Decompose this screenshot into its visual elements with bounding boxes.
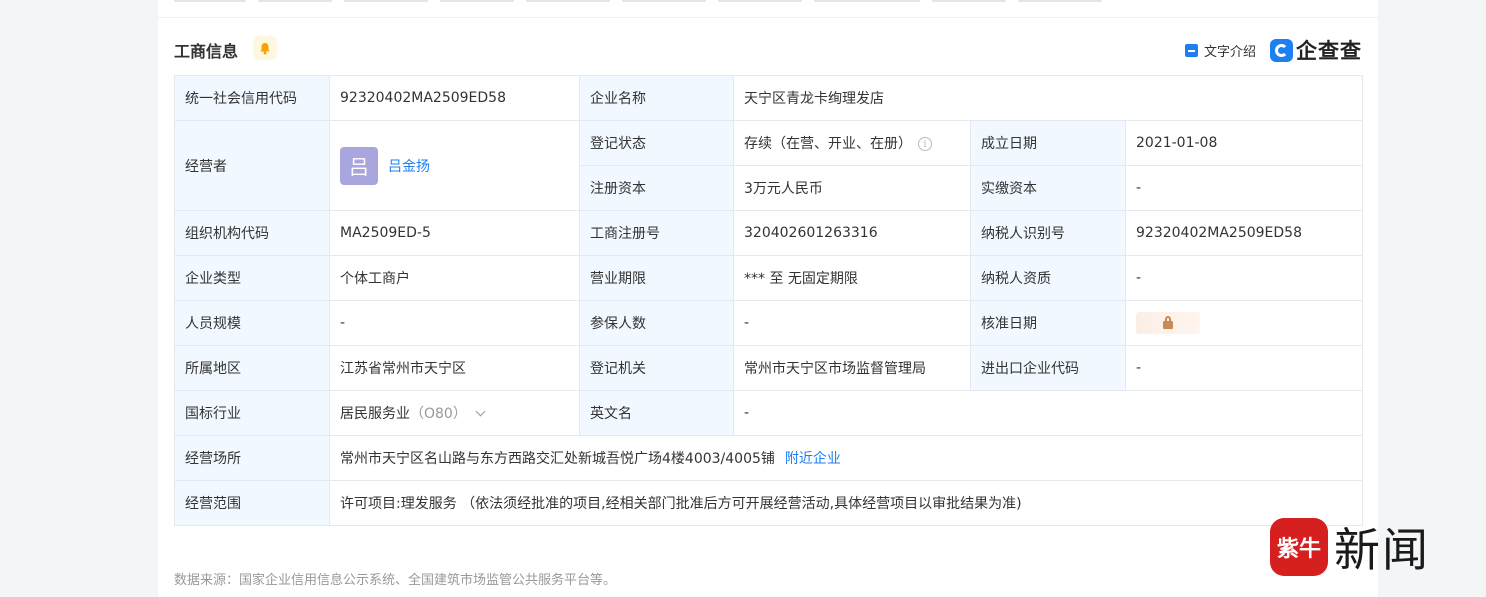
industry-code: （O80） [410, 406, 467, 422]
biz-reg-no-value: 320402601263316 [733, 210, 971, 256]
table-row: 统一社会信用代码 92320402MA2509ED58 企业名称 天宁区青龙卡绚… [174, 75, 1364, 121]
table-row: 企业类型 个体工商户 营业期限 *** 至 无固定期限 纳税人资质 - [174, 255, 1364, 301]
document-icon [1184, 44, 1198, 57]
watermark: 紫牛 新闻 [1270, 514, 1430, 580]
company-type-value: 个体工商户 [329, 255, 580, 301]
ziniu-logo-icon: 紫牛 [1270, 518, 1328, 576]
org-code-label: 组织机构代码 [174, 210, 330, 256]
brand-text: 企查查 [1296, 39, 1362, 63]
english-name-label: 英文名 [579, 390, 734, 436]
info-icon[interactable]: i [918, 137, 932, 151]
scope-label: 经营范围 [174, 480, 330, 526]
table-row: 组织机构代码 MA2509ED-5 工商注册号 320402601263316 … [174, 210, 1364, 256]
text-intro-link[interactable]: 文字介绍 [1184, 41, 1256, 60]
taxpayer-id-label: 纳税人识别号 [970, 210, 1126, 256]
table-row: 经营者 吕吕金扬 登记状态 存续（在营、开业、在册） i 成立日期 2021-01… [174, 120, 1364, 211]
reg-authority-label: 登记机关 [579, 345, 734, 391]
founded-value: 2021-01-08 [1124, 120, 1364, 166]
import-export-label: 进出口企业代码 [970, 345, 1126, 391]
approved-date-cell [1124, 300, 1364, 346]
import-export-value: - [1124, 345, 1364, 391]
approved-date-label: 核准日期 [970, 300, 1126, 346]
reg-status-value: 存续（在营、开业、在册） [744, 136, 912, 152]
insured-label: 参保人数 [579, 300, 734, 346]
table-row: 人员规模 - 参保人数 - 核准日期 [174, 300, 1364, 346]
text-intro-label: 文字介绍 [1203, 45, 1256, 60]
section-title: 工商信息 [174, 42, 239, 61]
operator-label: 经营者 [174, 120, 330, 211]
company-name-label: 企业名称 [579, 75, 734, 121]
address-label: 经营场所 [174, 435, 330, 481]
address-value: 常州市天宁区名山路与东方西路交汇处新城吾悦广场4楼4003/4005铺 [340, 451, 775, 467]
avatar: 吕 [340, 146, 378, 185]
reg-authority-value: 常州市天宁区市场监督管理局 [733, 345, 971, 391]
reg-capital-value: 3万元人民币 [733, 165, 971, 211]
data-source-note: 数据来源：国家企业信用信息公示系统、全国建筑市场监管公共服务平台等。 [174, 573, 617, 588]
reg-status-label: 登记状态 [579, 120, 734, 166]
staff-size-label: 人员规模 [174, 300, 330, 346]
table-row: 国标行业 居民服务业（O80） 英文名 - [174, 390, 1364, 436]
brand-logo: 企查查 [1270, 35, 1362, 65]
nearby-companies-link[interactable]: 附近企业 [785, 451, 841, 467]
region-value: 江苏省常州市天宁区 [329, 345, 580, 391]
paid-capital-value: - [1124, 165, 1364, 211]
section-header: 工商信息 文字介绍 企查查 [174, 34, 1362, 64]
business-info-table: 统一社会信用代码 92320402MA2509ED58 企业名称 天宁区青龙卡绚… [174, 75, 1364, 526]
industry-value: 居民服务业 [340, 406, 410, 422]
table-row: 所属地区 江苏省常州市天宁区 登记机关 常州市天宁区市场监督管理局 进出口企业代… [174, 345, 1364, 391]
bell-icon[interactable] [253, 36, 277, 60]
qichacha-logo-icon [1270, 38, 1293, 62]
table-row: 经营范围 许可项目:理发服务 （依法须经批准的项目,经相关部门批准后方可开展经营… [174, 480, 1364, 526]
watermark-text: 新闻 [1334, 523, 1430, 577]
taxpayer-id-value: 92320402MA2509ED58 [1124, 210, 1364, 256]
insured-value: - [733, 300, 971, 346]
credit-code-value: 92320402MA2509ED58 [329, 75, 580, 121]
taxpayer-qual-label: 纳税人资质 [970, 255, 1126, 301]
staff-size-value: - [329, 300, 580, 346]
company-type-label: 企业类型 [174, 255, 330, 301]
region-label: 所属地区 [174, 345, 330, 391]
english-name-value: - [732, 390, 1364, 436]
operator-name-link[interactable]: 吕金扬 [388, 159, 430, 175]
tab-strip [174, 0, 1354, 3]
operator-cell: 吕吕金扬 [329, 120, 580, 211]
paid-capital-label: 实缴资本 [970, 165, 1126, 211]
biz-term-value: *** 至 无固定期限 [733, 255, 971, 301]
founded-label: 成立日期 [970, 120, 1126, 166]
biz-term-label: 营业期限 [579, 255, 734, 301]
credit-code-label: 统一社会信用代码 [174, 75, 330, 121]
address-cell: 常州市天宁区名山路与东方西路交汇处新城吾悦广场4楼4003/4005铺 附近企业 [328, 435, 1364, 481]
industry-cell[interactable]: 居民服务业（O80） [329, 390, 580, 436]
org-code-value: MA2509ED-5 [329, 210, 580, 256]
vip-locked-badge[interactable] [1136, 312, 1200, 334]
industry-label: 国标行业 [174, 390, 330, 436]
reg-status-cell: 存续（在营、开业、在册） i [733, 120, 971, 166]
divider [158, 17, 1378, 18]
table-row: 经营场所 常州市天宁区名山路与东方西路交汇处新城吾悦广场4楼4003/4005铺… [174, 435, 1364, 481]
scope-value: 许可项目:理发服务 （依法须经批准的项目,经相关部门批准后方可开展经营活动,具体… [328, 480, 1364, 526]
biz-reg-no-label: 工商注册号 [579, 210, 734, 256]
company-name-value: 天宁区青龙卡绚理发店 [732, 75, 1364, 121]
taxpayer-qual-value: - [1124, 255, 1364, 301]
business-info-card: 工商信息 文字介绍 企查查 统一社会信用代码 92320402MA2509ED5… [158, 0, 1378, 597]
lock-icon [1163, 316, 1173, 329]
chevron-down-icon[interactable] [475, 406, 486, 417]
reg-capital-label: 注册资本 [579, 165, 734, 211]
